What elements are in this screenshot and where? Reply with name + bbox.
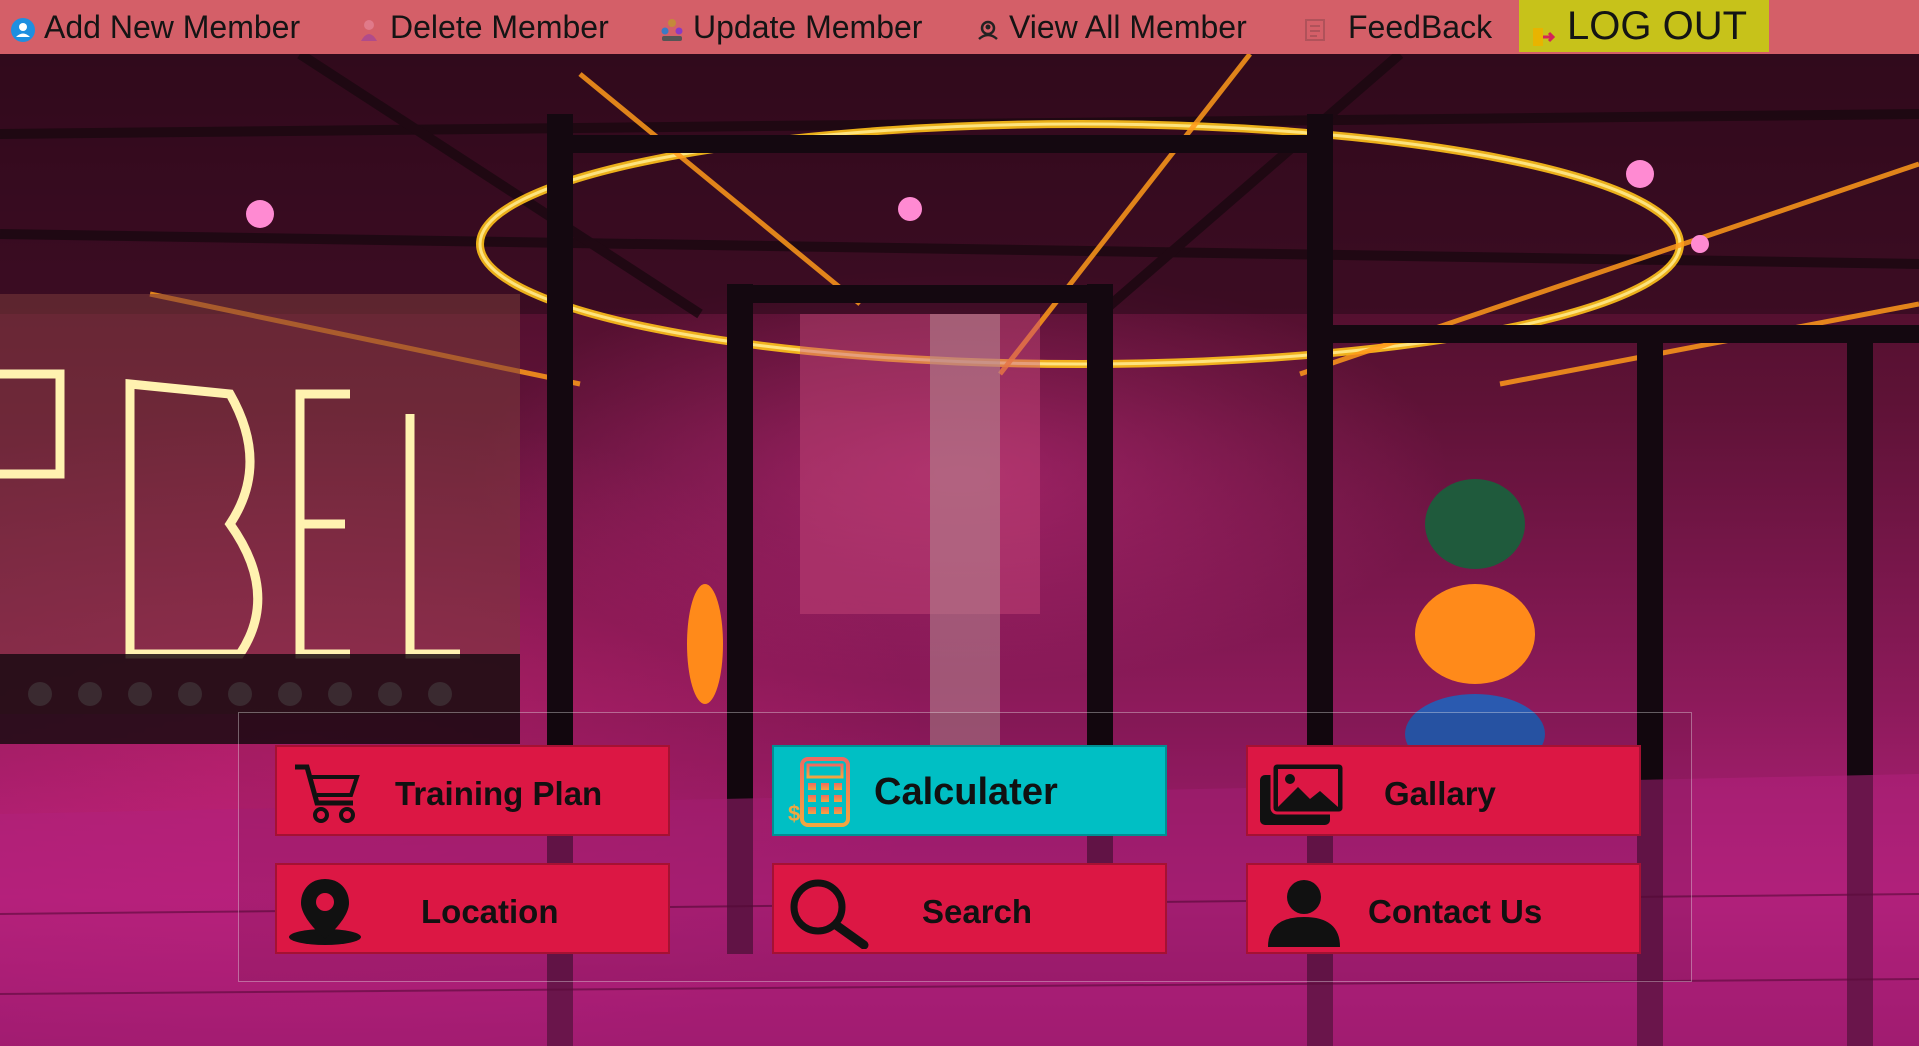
menu-label: FeedBack — [1348, 8, 1493, 45]
calculator-icon: $ — [788, 757, 860, 827]
menu-label: Delete Member — [390, 8, 609, 45]
feedback-icon — [1302, 14, 1328, 41]
menu-view-all-member[interactable]: View All Member — [975, 0, 1247, 54]
feature-buttons-panel: Training Plan $ Calculater Gallary Locat… — [238, 712, 1692, 982]
view-members-icon — [975, 14, 1001, 40]
training-plan-button[interactable]: Training Plan — [275, 745, 670, 836]
contact-us-button[interactable]: Contact Us — [1246, 863, 1641, 954]
cart-icon — [291, 759, 363, 827]
search-icon — [784, 877, 869, 950]
button-label: Contact Us — [1368, 893, 1543, 930]
menu-label: Add New Member — [44, 8, 301, 45]
menu-feedback[interactable]: FeedBack — [1302, 0, 1492, 54]
update-users-icon — [659, 14, 685, 41]
gallery-button[interactable]: Gallary — [1246, 745, 1641, 836]
logout-label: LOG OUT — [1567, 3, 1748, 48]
delete-user-icon — [356, 14, 382, 41]
calculator-button[interactable]: $ Calculater — [772, 745, 1167, 836]
logout-icon — [1531, 14, 1556, 46]
location-pin-icon — [285, 875, 361, 945]
gallery-icon — [1258, 761, 1346, 829]
top-menu-bar: Add New Member Delete Member Update Memb… — [0, 0, 1919, 54]
button-label: Gallary — [1384, 775, 1496, 812]
menu-label: View All Member — [1009, 8, 1247, 45]
button-label: Training Plan — [395, 775, 603, 812]
button-label: Search — [922, 893, 1033, 930]
button-label: Location — [421, 893, 559, 930]
menu-update-member[interactable]: Update Member — [659, 0, 922, 54]
menu-delete-member[interactable]: Delete Member — [356, 0, 609, 54]
add-user-icon — [10, 14, 36, 42]
contact-person-icon — [1264, 877, 1340, 947]
location-button[interactable]: Location — [275, 863, 670, 954]
button-label: Calculater — [874, 771, 1058, 813]
logout-button[interactable]: LOG OUT — [1519, 0, 1769, 52]
search-button[interactable]: Search — [772, 863, 1167, 954]
svg-text:$: $ — [788, 801, 800, 826]
menu-label: Update Member — [693, 8, 923, 45]
menu-add-new-member[interactable]: Add New Member — [10, 0, 300, 54]
